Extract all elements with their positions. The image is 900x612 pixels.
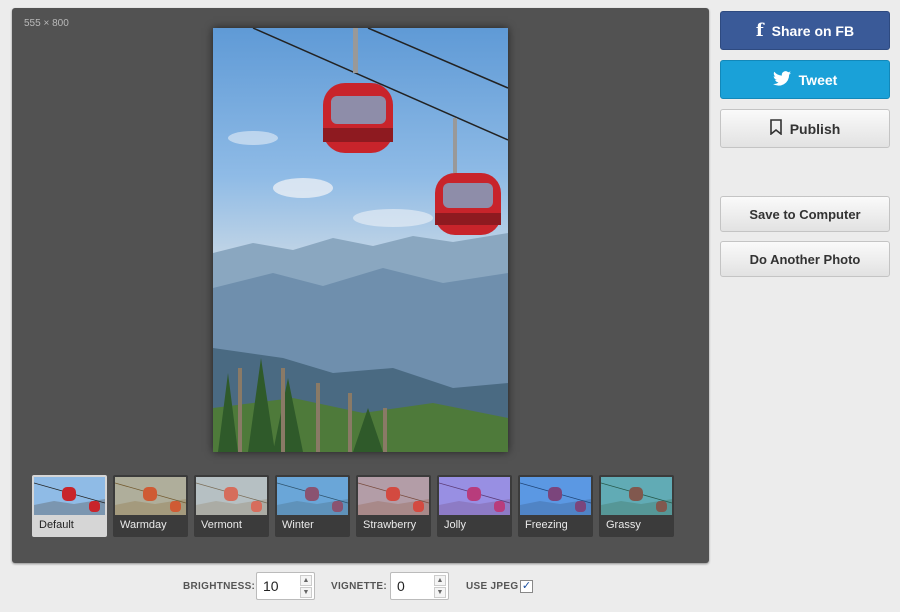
- vignette-down-arrow[interactable]: ▼: [434, 587, 446, 598]
- filter-label: Freezing: [525, 519, 568, 531]
- vignette-up-arrow[interactable]: ▲: [434, 575, 446, 586]
- filter-thumbnail: [601, 477, 672, 515]
- filter-strawberry[interactable]: Strawberry: [356, 475, 431, 537]
- bookmark-icon: [769, 119, 782, 138]
- filter-label: Winter: [282, 519, 314, 531]
- twitter-bird-icon: [772, 70, 791, 89]
- filter-label: Default: [39, 519, 74, 531]
- brightness-spinner: ▲ ▼: [256, 572, 315, 600]
- filter-label: Grassy: [606, 519, 641, 531]
- filter-label: Vermont: [201, 519, 242, 531]
- filter-thumbnail: [358, 477, 429, 515]
- use-jpeg-label: USE JPEG: [466, 581, 519, 592]
- use-jpeg-checkbox[interactable]: ✓: [520, 580, 533, 593]
- publish-label: Publish: [789, 120, 841, 137]
- filter-vermont[interactable]: Vermont: [194, 475, 269, 537]
- brightness-label: BRIGHTNESS:: [183, 581, 256, 592]
- adjustment-controls: BRIGHTNESS: ▲ ▼ VIGNETTE: ▲ ▼ USE JPEG ✓: [0, 572, 720, 602]
- filter-thumbnail: [277, 477, 348, 515]
- facebook-icon: f: [755, 20, 764, 41]
- tweet-label: Tweet: [798, 71, 838, 88]
- filter-label: Strawberry: [363, 519, 417, 531]
- save-label: Save to Computer: [749, 206, 861, 222]
- filter-thumbnail: [34, 477, 105, 515]
- filter-warmday[interactable]: Warmday: [113, 475, 188, 537]
- filter-thumbnail: [439, 477, 510, 515]
- brightness-input[interactable]: [263, 578, 297, 594]
- vignette-label: VIGNETTE:: [331, 581, 388, 592]
- filter-label: Warmday: [120, 519, 167, 531]
- photo-preview: [213, 28, 508, 452]
- filter-winter[interactable]: Winter: [275, 475, 350, 537]
- another-label: Do Another Photo: [749, 251, 861, 267]
- filter-default[interactable]: Default: [32, 475, 107, 537]
- filter-grassy[interactable]: Grassy: [599, 475, 674, 537]
- do-another-photo-button[interactable]: Do Another Photo: [720, 241, 890, 277]
- filter-thumbnail: [196, 477, 267, 515]
- image-dimensions: 555 × 800: [24, 18, 69, 29]
- filter-jolly[interactable]: Jolly: [437, 475, 512, 537]
- vignette-input[interactable]: [397, 578, 431, 594]
- filter-freezing[interactable]: Freezing: [518, 475, 593, 537]
- share-facebook-button[interactable]: f Share on FB: [720, 11, 890, 50]
- editor-canvas: 555 × 800 Default Warmday Vermont Winter…: [12, 8, 709, 563]
- share-facebook-label: Share on FB: [771, 22, 855, 39]
- filter-thumbnail: [520, 477, 591, 515]
- save-to-computer-button[interactable]: Save to Computer: [720, 196, 890, 232]
- brightness-down-arrow[interactable]: ▼: [300, 587, 312, 598]
- filter-label: Jolly: [444, 519, 467, 531]
- brightness-up-arrow[interactable]: ▲: [300, 575, 312, 586]
- filter-thumbnail: [115, 477, 186, 515]
- tweet-button[interactable]: Tweet: [720, 60, 890, 99]
- vignette-spinner: ▲ ▼: [390, 572, 449, 600]
- publish-button[interactable]: Publish: [720, 109, 890, 148]
